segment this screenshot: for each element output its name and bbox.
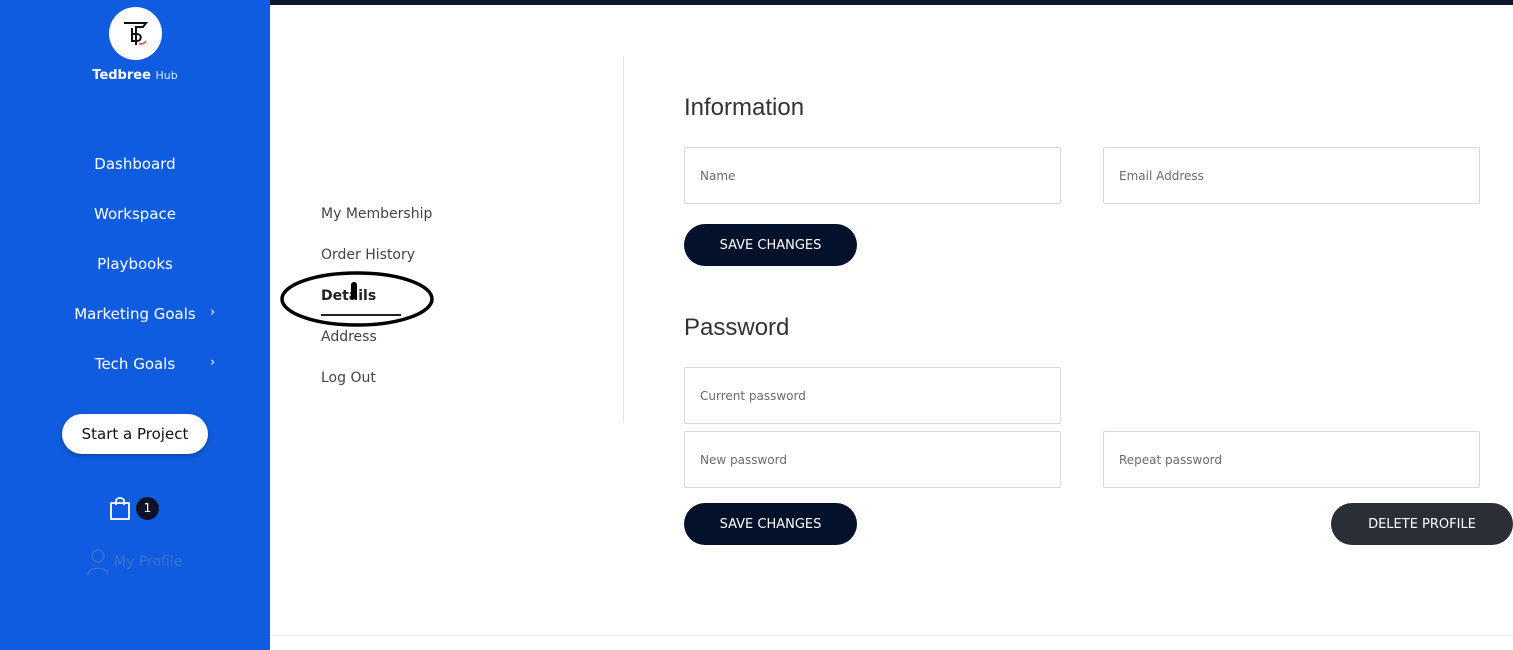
my-profile-link[interactable]: My Profile — [86, 548, 182, 576]
nav-label: Tech Goals — [94, 355, 176, 373]
new-password-input[interactable] — [684, 431, 1061, 488]
menu-my-membership[interactable]: My Membership — [321, 206, 432, 222]
repeat-password-input[interactable] — [1103, 431, 1480, 488]
menu-label: My Membership — [321, 206, 433, 222]
cart-count-badge: 1 — [136, 497, 159, 520]
brand-name: Tedbree Hub — [0, 68, 270, 83]
save-info-button[interactable]: SAVE CHANGES — [684, 224, 857, 266]
brand-suffix: Hub — [155, 69, 178, 82]
current-password-input[interactable] — [684, 367, 1061, 424]
footer-divider — [270, 635, 1513, 636]
nav-label: Marketing Goals — [74, 305, 196, 323]
nav-workspace[interactable]: Workspace — [0, 205, 270, 223]
menu-log-out[interactable]: Log Out — [321, 370, 376, 386]
information-title: Information — [684, 94, 805, 121]
cursor-icon — [351, 282, 357, 299]
shopping-bag-icon — [110, 497, 130, 520]
nav-dashboard[interactable]: Dashboard — [0, 155, 270, 173]
profile-label: My Profile — [114, 554, 183, 570]
vertical-divider — [623, 56, 624, 422]
user-icon — [87, 549, 109, 576]
nav-label: Dashboard — [94, 155, 176, 173]
menu-label: Order History — [321, 247, 416, 263]
tedbree-logo[interactable] — [109, 7, 162, 60]
top-bar — [270, 0, 1513, 5]
menu-label: Log Out — [321, 370, 376, 386]
save-password-button[interactable]: SAVE CHANGES — [684, 503, 857, 545]
brand-title: Tedbree — [92, 68, 151, 83]
nav-playbooks[interactable]: Playbooks — [0, 255, 270, 273]
start-project-button[interactable]: Start a Project — [62, 414, 208, 454]
email-input[interactable] — [1103, 147, 1480, 204]
nav-tech-goals[interactable]: Tech Goals › — [0, 355, 270, 373]
nav-marketing-goals[interactable]: Marketing Goals › — [0, 305, 270, 323]
nav-label: Playbooks — [97, 255, 173, 273]
menu-order-history[interactable]: Order History — [321, 247, 415, 263]
chevron-right-icon: › — [210, 305, 216, 320]
delete-profile-button[interactable]: DELETE PROFILE — [1331, 503, 1513, 545]
cart-button[interactable] — [109, 495, 131, 521]
chevron-right-icon: › — [210, 355, 216, 370]
logo-mark-icon — [123, 21, 148, 45]
annotation-ellipse — [280, 271, 434, 327]
password-title: Password — [684, 314, 790, 341]
nav-label: Workspace — [94, 205, 176, 223]
sidebar: Tedbree Hub Dashboard Workspace Playbook… — [0, 0, 270, 650]
menu-label: Address — [321, 329, 377, 345]
menu-address[interactable]: Address — [321, 329, 377, 345]
name-input[interactable] — [684, 147, 1061, 204]
